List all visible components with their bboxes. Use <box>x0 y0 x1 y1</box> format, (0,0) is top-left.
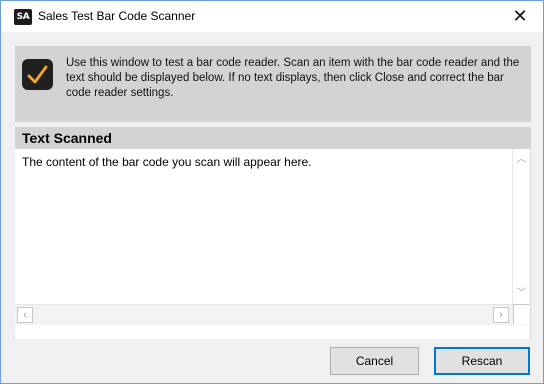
scanned-text: The content of the bar code you scan wil… <box>22 155 312 169</box>
scrollbar-corner <box>513 304 530 324</box>
cancel-button[interactable]: Cancel <box>330 347 419 375</box>
app-icon: SA <box>14 9 32 25</box>
info-panel: Use this window to test a bar code reade… <box>15 46 531 122</box>
vertical-scrollbar[interactable]: ︿ ﹀ <box>512 149 530 304</box>
dialog-window: SA Sales Test Bar Code Scanner ✕ Use thi… <box>0 0 544 384</box>
close-button[interactable]: ✕ <box>497 1 543 32</box>
window-title: Sales Test Bar Code Scanner <box>38 9 196 23</box>
scroll-down-icon[interactable]: ﹀ <box>513 285 530 302</box>
info-text: Use this window to test a bar code reade… <box>66 57 520 99</box>
title-bar: SA Sales Test Bar Code Scanner ✕ <box>1 1 543 32</box>
section-title: Text Scanned <box>22 130 112 146</box>
rescan-button[interactable]: Rescan <box>434 347 530 375</box>
section-header: Text Scanned <box>15 127 531 149</box>
scroll-up-icon[interactable]: ︿ <box>513 151 530 168</box>
button-bar: Cancel Rescan <box>1 339 543 383</box>
horizontal-scrollbar[interactable]: ‹ › <box>15 304 530 325</box>
scroll-right-icon[interactable]: › <box>493 307 509 323</box>
scanned-text-area[interactable]: The content of the bar code you scan wil… <box>15 149 531 339</box>
scroll-left-icon[interactable]: ‹ <box>17 307 33 323</box>
checkmark-icon <box>22 59 53 90</box>
